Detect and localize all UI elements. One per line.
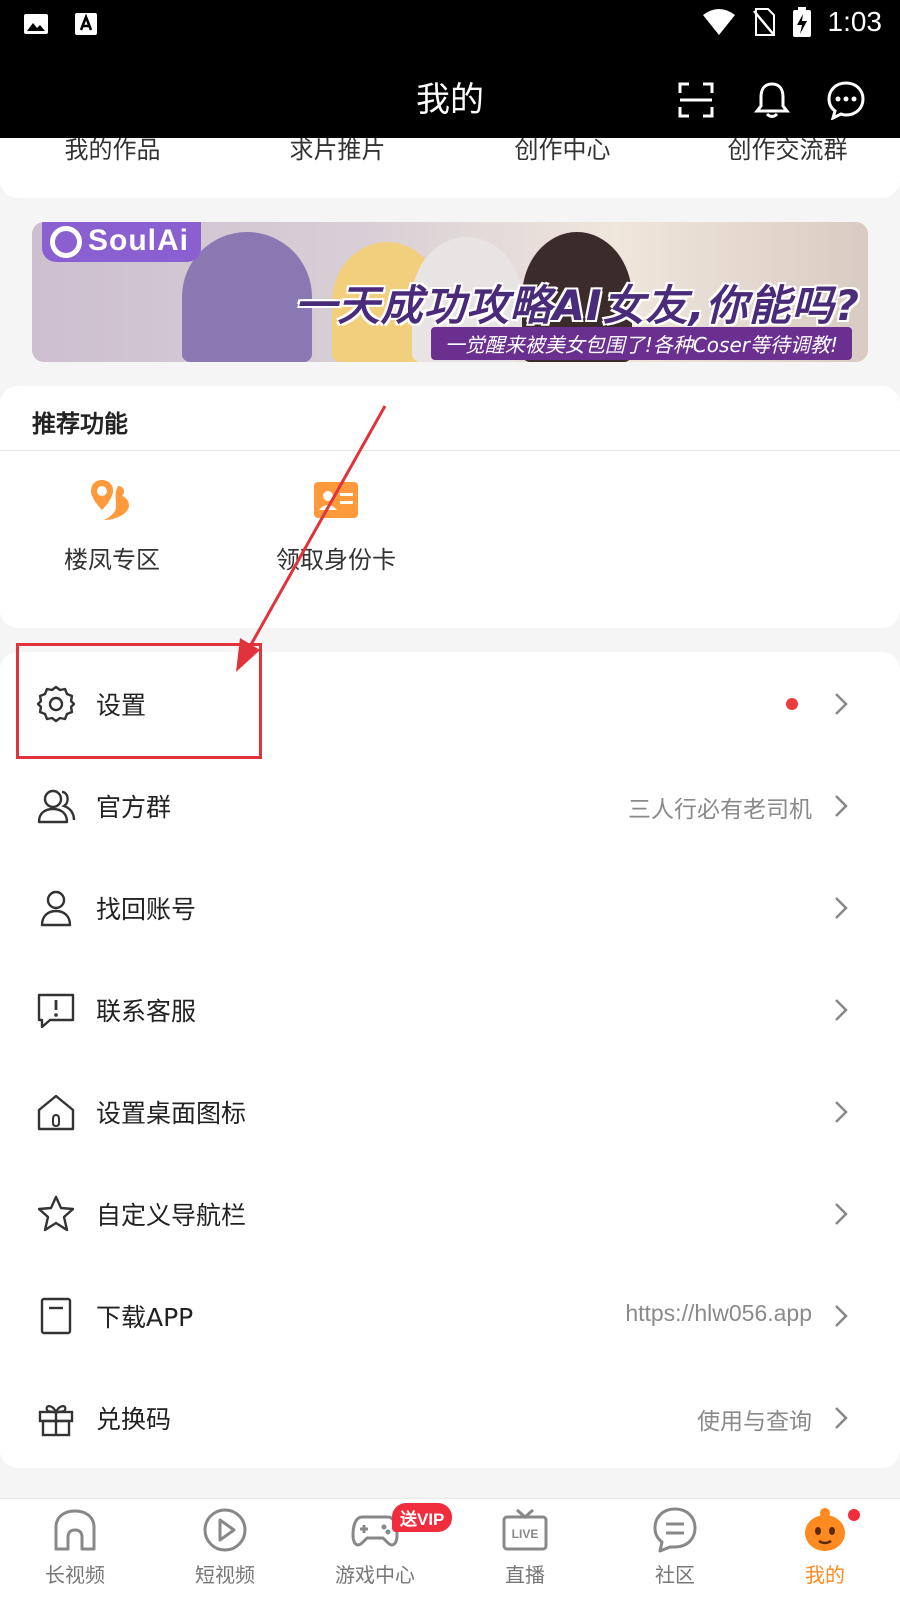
menu-label: 兑换码: [96, 1405, 172, 1434]
bell-icon[interactable]: [752, 80, 792, 120]
menu-row-customer-service[interactable]: 联系客服: [0, 958, 900, 1060]
tab-live[interactable]: LIVE 直播: [450, 1505, 600, 1588]
bottom-nav: 长视频 短视频 游戏中心 LIVE 直播 社区 我的 送VIP: [0, 1498, 900, 1600]
home-tab-icon: [54, 1509, 96, 1551]
notification-dot: [848, 1509, 860, 1521]
quick-link-works[interactable]: 我的作品: [0, 138, 225, 165]
status-bar: 1:03: [0, 0, 900, 50]
recommend-title: 推荐功能: [32, 410, 128, 438]
message-icon[interactable]: [826, 80, 866, 120]
quick-links-card: 我的作品 求片推片 创作中心 创作交流群: [0, 138, 900, 198]
tab-short-video[interactable]: 短视频: [150, 1505, 300, 1588]
recommend-item-idcard[interactable]: 领取身份卡: [246, 476, 426, 575]
menu-label: 下载APP: [96, 1303, 194, 1332]
battery-charging-icon: [792, 7, 811, 37]
menu-row-official-group[interactable]: 官方群 三人行必有老司机: [0, 754, 900, 856]
group-icon: [37, 789, 76, 824]
promo-banner[interactable]: SoulAi 一天成功攻略AI女友,你能吗? 一觉醒来被美女包围了!各种Cose…: [32, 222, 868, 362]
tab-mine[interactable]: 我的: [750, 1505, 900, 1588]
menu-row-custom-navbar[interactable]: 自定义导航栏: [0, 1162, 900, 1264]
menu-value: https://hlw056.app: [625, 1300, 812, 1326]
chevron-right-icon: [835, 1407, 848, 1429]
chevron-right-icon: [835, 795, 848, 817]
chevron-right-icon: [835, 693, 848, 715]
banner-headline: 一天成功攻略AI女友,你能吗?: [294, 281, 860, 330]
vip-badge: 送VIP: [392, 1503, 453, 1532]
scan-icon[interactable]: [676, 80, 716, 120]
quick-link-creator[interactable]: 创作中心: [450, 138, 675, 165]
menu-label: 联系客服: [96, 997, 197, 1026]
menu-list-card: 设置 官方群 三人行必有老司机 找回账号 联系客服 设置桌面图标 自定义导航栏 …: [0, 652, 900, 1468]
text-a-icon: [75, 13, 97, 35]
user-icon: [40, 890, 72, 927]
image-icon: [24, 14, 48, 34]
menu-label: 找回账号: [96, 895, 197, 924]
gift-icon: [38, 1405, 74, 1437]
document-icon: [40, 1297, 72, 1335]
banner-logo: SoulAi: [42, 222, 201, 262]
star-icon: [37, 1195, 75, 1232]
live-tv-icon: LIVE: [502, 1508, 548, 1551]
quick-link-request[interactable]: 求片推片: [225, 138, 450, 165]
tab-community[interactable]: 社区: [600, 1505, 750, 1588]
banner-subline: 一觉醒来被美女包围了!各种Coser等待调教!: [430, 327, 852, 360]
menu-label: 官方群: [96, 793, 172, 822]
play-tab-icon: [203, 1508, 247, 1552]
menu-row-desktop-icon[interactable]: 设置桌面图标: [0, 1060, 900, 1162]
divider: [0, 450, 900, 451]
wifi-icon: [702, 9, 735, 35]
annotation-highlight-box: [16, 643, 262, 759]
menu-value: 使用与查询: [697, 1408, 812, 1434]
mine-mascot-icon: [805, 1508, 845, 1551]
menu-row-download-app[interactable]: 下载APP https://hlw056.app: [0, 1264, 900, 1366]
chevron-right-icon: [835, 897, 848, 919]
chevron-right-icon: [835, 1305, 848, 1327]
page-header: 我的: [0, 50, 900, 138]
recommend-item-louxian[interactable]: 楼凤专区: [22, 476, 202, 575]
status-time: 1:03: [827, 6, 883, 37]
menu-row-recover-account[interactable]: 找回账号: [0, 856, 900, 958]
menu-label: 设置桌面图标: [96, 1099, 247, 1128]
recommend-card: 推荐功能 楼凤专区 领取身份卡: [0, 386, 900, 628]
tab-long-video[interactable]: 长视频: [0, 1505, 150, 1588]
no-sim-icon: [752, 8, 775, 36]
community-icon: [653, 1507, 697, 1553]
menu-label: 自定义导航栏: [96, 1201, 247, 1230]
live-text: LIVE: [512, 1527, 539, 1541]
chevron-right-icon: [835, 1101, 848, 1123]
chevron-right-icon: [835, 999, 848, 1021]
id-card-icon: [314, 482, 358, 518]
menu-row-redeem-code[interactable]: 兑换码 使用与查询: [0, 1366, 900, 1468]
chevron-right-icon: [835, 1203, 848, 1225]
banner-character-1: [182, 232, 312, 362]
red-dot-badge: [786, 698, 798, 710]
location-pin-icon: [91, 480, 129, 520]
menu-value: 三人行必有老司机: [628, 796, 812, 822]
chat-alert-icon: [37, 993, 75, 1029]
home-icon: [37, 1094, 75, 1131]
quick-link-group[interactable]: 创作交流群: [675, 138, 900, 165]
